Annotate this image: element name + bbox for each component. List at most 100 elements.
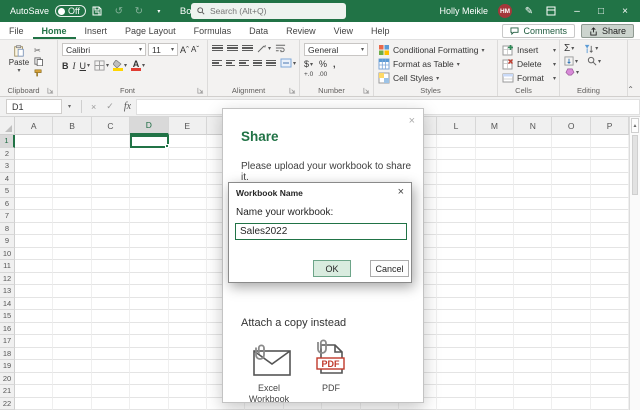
grid-cell-N10[interactable] (514, 248, 552, 261)
grid-cell-B9[interactable] (53, 235, 91, 248)
grid-cell-E22[interactable] (169, 398, 207, 410)
cancel-entry-icon[interactable]: × (91, 102, 96, 112)
row-header-12[interactable]: 12 (0, 273, 15, 286)
grid-cell-C12[interactable] (92, 273, 130, 286)
grid-cell-O6[interactable] (552, 198, 590, 211)
grid-cell-A14[interactable] (15, 298, 53, 311)
tab-page-layout[interactable]: Page Layout (116, 22, 185, 39)
grid-cell-D15[interactable] (130, 310, 168, 323)
sort-filter-button[interactable]: ▾ (583, 44, 598, 54)
row-header-9[interactable]: 9 (0, 235, 15, 248)
tab-view[interactable]: View (325, 22, 362, 39)
align-middle-icon[interactable] (227, 45, 238, 52)
grid-cell-P2[interactable] (591, 148, 629, 161)
grid-cell-C16[interactable] (92, 323, 130, 336)
increase-font-icon[interactable]: Aˆ (180, 45, 189, 55)
grid-cell-D3[interactable] (130, 160, 168, 173)
grid-cell-P15[interactable] (591, 310, 629, 323)
grid-cell-P1[interactable] (591, 135, 629, 148)
grid-cell-P12[interactable] (591, 273, 629, 286)
ink-pen-icon[interactable]: ✎ (522, 6, 536, 17)
grid-cell-N4[interactable] (514, 173, 552, 186)
grid-cell-L12[interactable] (437, 273, 475, 286)
grid-cell-B17[interactable] (53, 335, 91, 348)
font-size-select[interactable]: 11▾ (148, 43, 178, 56)
name-box-caret-icon[interactable]: ▾ (68, 103, 71, 110)
user-name[interactable]: Holly Meikle (439, 6, 488, 16)
grid-cell-L13[interactable] (437, 285, 475, 298)
grid-cell-N5[interactable] (514, 185, 552, 198)
grid-cell-E13[interactable] (169, 285, 207, 298)
share-dialog-close-icon[interactable]: × (409, 115, 415, 127)
autosave-toggle[interactable]: Off (55, 5, 86, 17)
grid-cell-B11[interactable] (53, 260, 91, 273)
grid-cell-N9[interactable] (514, 235, 552, 248)
grid-cell-M1[interactable] (476, 135, 514, 148)
grid-cell-O18[interactable] (552, 348, 590, 361)
number-format-select[interactable]: General▾ (304, 43, 368, 56)
fill-color-button[interactable]: ▾ (113, 60, 127, 71)
grid-cell-O21[interactable] (552, 385, 590, 398)
delete-cells-button[interactable]: Delete▾ (502, 58, 556, 70)
grid-cell-D20[interactable] (130, 373, 168, 386)
insert-function-button[interactable]: fx (124, 101, 131, 112)
grid-cell-E5[interactable] (169, 185, 207, 198)
increase-indent-icon[interactable] (266, 60, 276, 67)
grid-cell-P9[interactable] (591, 235, 629, 248)
workbook-name-input[interactable] (235, 223, 407, 240)
column-header-E[interactable]: E (169, 117, 207, 135)
grid-cell-M3[interactable] (476, 160, 514, 173)
grid-cell-B21[interactable] (53, 385, 91, 398)
grid-cell-L2[interactable] (437, 148, 475, 161)
comma-style-button[interactable]: , (333, 59, 336, 69)
grid-cell-L3[interactable] (437, 160, 475, 173)
comments-button[interactable]: Comments (502, 24, 575, 38)
grid-cell-N12[interactable] (514, 273, 552, 286)
italic-button[interactable]: I (73, 61, 76, 71)
decrease-indent-icon[interactable] (253, 60, 263, 67)
grid-cell-M18[interactable] (476, 348, 514, 361)
grid-cell-N18[interactable] (514, 348, 552, 361)
grid-cell-B14[interactable] (53, 298, 91, 311)
row-header-17[interactable]: 17 (0, 335, 15, 348)
grid-cell-O9[interactable] (552, 235, 590, 248)
row-header-20[interactable]: 20 (0, 373, 15, 386)
grid-cell-D6[interactable] (130, 198, 168, 211)
grid-cell-B15[interactable] (53, 310, 91, 323)
grid-cell-A9[interactable] (15, 235, 53, 248)
grid-cell-A19[interactable] (15, 360, 53, 373)
grid-cell-E1[interactable] (169, 135, 207, 148)
grid-cell-N13[interactable] (514, 285, 552, 298)
grid-cell-C2[interactable] (92, 148, 130, 161)
grid-cell-M20[interactable] (476, 373, 514, 386)
grid-cell-L5[interactable] (437, 185, 475, 198)
grid-cell-A16[interactable] (15, 323, 53, 336)
grid-cell-D10[interactable] (130, 248, 168, 261)
grid-cell-C15[interactable] (92, 310, 130, 323)
grid-cell-O8[interactable] (552, 223, 590, 236)
row-header-13[interactable]: 13 (0, 285, 15, 298)
grid-cell-L10[interactable] (437, 248, 475, 261)
undo-icon[interactable]: ↺ (112, 6, 126, 17)
grid-cell-P18[interactable] (591, 348, 629, 361)
grid-cell-D17[interactable] (130, 335, 168, 348)
grid-cell-P22[interactable] (591, 398, 629, 410)
grid-cell-C1[interactable] (92, 135, 130, 148)
cut-icon[interactable]: ✂ (34, 46, 43, 55)
grid-cell-A1[interactable] (15, 135, 53, 148)
row-header-2[interactable]: 2 (0, 148, 15, 161)
grid-cell-E12[interactable] (169, 273, 207, 286)
grid-cell-C10[interactable] (92, 248, 130, 261)
grid-cell-D14[interactable] (130, 298, 168, 311)
grid-cell-C21[interactable] (92, 385, 130, 398)
grid-cell-B4[interactable] (53, 173, 91, 186)
grid-cell-D21[interactable] (130, 385, 168, 398)
grid-cell-O17[interactable] (552, 335, 590, 348)
font-name-select[interactable]: Calibri▾ (62, 43, 146, 56)
quick-access-caret-icon[interactable]: ▾ (152, 8, 166, 15)
paste-button[interactable]: Paste ▾ (4, 43, 34, 85)
row-header-11[interactable]: 11 (0, 260, 15, 273)
grid-cell-B3[interactable] (53, 160, 91, 173)
row-header-8[interactable]: 8 (0, 223, 15, 236)
align-bottom-icon[interactable] (242, 45, 253, 52)
